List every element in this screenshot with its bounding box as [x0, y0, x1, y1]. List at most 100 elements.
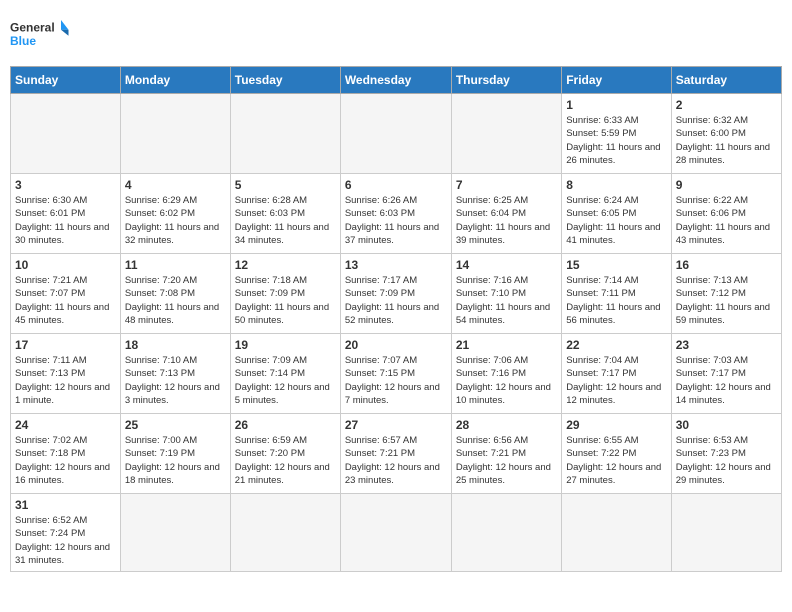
- calendar-week-5: 31 Sunrise: 6:52 AM Sunset: 7:24 PM Dayli…: [11, 494, 782, 572]
- calendar-cell: 24 Sunrise: 7:02 AM Sunset: 7:18 PM Dayli…: [11, 414, 121, 494]
- calendar-cell: 11Sunrise: 7:20 AM Sunset: 7:08 PM Dayli…: [120, 254, 230, 334]
- weekday-header-thursday: Thursday: [451, 67, 561, 94]
- weekday-header-wednesday: Wednesday: [340, 67, 451, 94]
- day-info: Sunrise: 7:11 AM Sunset: 7:13 PM Dayligh…: [15, 354, 116, 407]
- calendar-cell: 5 Sunrise: 6:28 AM Sunset: 6:03 PM Daylig…: [230, 174, 340, 254]
- calendar-week-1: 3Sunrise: 6:30 AM Sunset: 6:01 PM Daylig…: [11, 174, 782, 254]
- day-info: Sunrise: 7:21 AM Sunset: 7:07 PM Dayligh…: [15, 274, 116, 327]
- calendar-cell: 7 Sunrise: 6:25 AM Sunset: 6:04 PM Daylig…: [451, 174, 561, 254]
- day-number: 2: [676, 98, 777, 112]
- calendar-cell: 13 Sunrise: 7:17 AM Sunset: 7:09 PM Dayli…: [340, 254, 451, 334]
- day-number: 23: [676, 338, 777, 352]
- day-number: 25: [125, 418, 226, 432]
- calendar-cell: 3Sunrise: 6:30 AM Sunset: 6:01 PM Daylig…: [11, 174, 121, 254]
- weekday-header-friday: Friday: [562, 67, 671, 94]
- calendar-cell: 4 Sunrise: 6:29 AM Sunset: 6:02 PM Daylig…: [120, 174, 230, 254]
- day-number: 1: [566, 98, 666, 112]
- day-number: 19: [235, 338, 336, 352]
- day-info: Sunrise: 6:33 AM Sunset: 5:59 PM Dayligh…: [566, 114, 666, 167]
- day-info: Sunrise: 7:02 AM Sunset: 7:18 PM Dayligh…: [15, 434, 116, 487]
- calendar-cell: [230, 494, 340, 572]
- day-number: 8: [566, 178, 666, 192]
- day-number: 10: [15, 258, 116, 272]
- day-info: Sunrise: 7:06 AM Sunset: 7:16 PM Dayligh…: [456, 354, 557, 407]
- day-info: Sunrise: 6:28 AM Sunset: 6:03 PM Dayligh…: [235, 194, 336, 247]
- day-info: Sunrise: 7:14 AM Sunset: 7:11 PM Dayligh…: [566, 274, 666, 327]
- calendar-cell: 12 Sunrise: 7:18 AM Sunset: 7:09 PM Dayli…: [230, 254, 340, 334]
- calendar-cell: 6 Sunrise: 6:26 AM Sunset: 6:03 PM Daylig…: [340, 174, 451, 254]
- day-info: Sunrise: 7:00 AM Sunset: 7:19 PM Dayligh…: [125, 434, 226, 487]
- calendar-cell: 22Sunrise: 7:04 AM Sunset: 7:17 PM Dayli…: [562, 334, 671, 414]
- day-info: Sunrise: 6:25 AM Sunset: 6:04 PM Dayligh…: [456, 194, 557, 247]
- weekday-header-row: SundayMondayTuesdayWednesdayThursdayFrid…: [11, 67, 782, 94]
- day-info: Sunrise: 6:32 AM Sunset: 6:00 PM Dayligh…: [676, 114, 777, 167]
- day-info: Sunrise: 6:24 AM Sunset: 6:05 PM Dayligh…: [566, 194, 666, 247]
- day-number: 6: [345, 178, 447, 192]
- calendar-cell: [120, 494, 230, 572]
- day-number: 28: [456, 418, 557, 432]
- day-info: Sunrise: 7:03 AM Sunset: 7:17 PM Dayligh…: [676, 354, 777, 407]
- day-info: Sunrise: 6:53 AM Sunset: 7:23 PM Dayligh…: [676, 434, 777, 487]
- calendar-week-2: 10 Sunrise: 7:21 AM Sunset: 7:07 PM Dayli…: [11, 254, 782, 334]
- day-number: 18: [125, 338, 226, 352]
- day-number: 13: [345, 258, 447, 272]
- calendar-cell: 25 Sunrise: 7:00 AM Sunset: 7:19 PM Dayli…: [120, 414, 230, 494]
- day-info: Sunrise: 6:30 AM Sunset: 6:01 PM Dayligh…: [15, 194, 116, 247]
- calendar-cell: 14Sunrise: 7:16 AM Sunset: 7:10 PM Dayli…: [451, 254, 561, 334]
- day-number: 31: [15, 498, 116, 512]
- day-info: Sunrise: 6:29 AM Sunset: 6:02 PM Dayligh…: [125, 194, 226, 247]
- calendar-cell: 9Sunrise: 6:22 AM Sunset: 6:06 PM Daylig…: [671, 174, 781, 254]
- calendar-cell: [562, 494, 671, 572]
- day-number: 15: [566, 258, 666, 272]
- calendar-cell: 1 Sunrise: 6:33 AM Sunset: 5:59 PM Daylig…: [562, 94, 671, 174]
- day-number: 22: [566, 338, 666, 352]
- day-number: 27: [345, 418, 447, 432]
- day-info: Sunrise: 7:13 AM Sunset: 7:12 PM Dayligh…: [676, 274, 777, 327]
- day-info: Sunrise: 6:56 AM Sunset: 7:21 PM Dayligh…: [456, 434, 557, 487]
- day-info: Sunrise: 7:18 AM Sunset: 7:09 PM Dayligh…: [235, 274, 336, 327]
- day-number: 20: [345, 338, 447, 352]
- day-info: Sunrise: 6:52 AM Sunset: 7:24 PM Dayligh…: [15, 514, 116, 567]
- calendar-cell: 28 Sunrise: 6:56 AM Sunset: 7:21 PM Dayli…: [451, 414, 561, 494]
- logo-svg: General Blue: [10, 10, 70, 60]
- calendar-cell: 8 Sunrise: 6:24 AM Sunset: 6:05 PM Daylig…: [562, 174, 671, 254]
- svg-text:Blue: Blue: [10, 34, 36, 48]
- calendar-table: SundayMondayTuesdayWednesdayThursdayFrid…: [10, 66, 782, 572]
- day-info: Sunrise: 6:57 AM Sunset: 7:21 PM Dayligh…: [345, 434, 447, 487]
- calendar-cell: 29 Sunrise: 6:55 AM Sunset: 7:22 PM Dayli…: [562, 414, 671, 494]
- calendar-cell: [451, 494, 561, 572]
- day-info: Sunrise: 6:55 AM Sunset: 7:22 PM Dayligh…: [566, 434, 666, 487]
- day-info: Sunrise: 7:20 AM Sunset: 7:08 PM Dayligh…: [125, 274, 226, 327]
- day-info: Sunrise: 7:09 AM Sunset: 7:14 PM Dayligh…: [235, 354, 336, 407]
- weekday-header-monday: Monday: [120, 67, 230, 94]
- calendar-cell: 18 Sunrise: 7:10 AM Sunset: 7:13 PM Dayli…: [120, 334, 230, 414]
- day-number: 29: [566, 418, 666, 432]
- logo: General Blue: [10, 10, 70, 60]
- day-number: 24: [15, 418, 116, 432]
- day-number: 5: [235, 178, 336, 192]
- day-info: Sunrise: 6:26 AM Sunset: 6:03 PM Dayligh…: [345, 194, 447, 247]
- calendar-cell: 27 Sunrise: 6:57 AM Sunset: 7:21 PM Dayli…: [340, 414, 451, 494]
- calendar-cell: [340, 94, 451, 174]
- calendar-cell: 16Sunrise: 7:13 AM Sunset: 7:12 PM Dayli…: [671, 254, 781, 334]
- calendar-week-0: 1 Sunrise: 6:33 AM Sunset: 5:59 PM Daylig…: [11, 94, 782, 174]
- day-number: 30: [676, 418, 777, 432]
- day-info: Sunrise: 7:17 AM Sunset: 7:09 PM Dayligh…: [345, 274, 447, 327]
- day-info: Sunrise: 6:59 AM Sunset: 7:20 PM Dayligh…: [235, 434, 336, 487]
- calendar-cell: 2 Sunrise: 6:32 AM Sunset: 6:00 PM Daylig…: [671, 94, 781, 174]
- day-number: 7: [456, 178, 557, 192]
- day-number: 21: [456, 338, 557, 352]
- weekday-header-sunday: Sunday: [11, 67, 121, 94]
- calendar-cell: 21 Sunrise: 7:06 AM Sunset: 7:16 PM Dayli…: [451, 334, 561, 414]
- day-info: Sunrise: 7:10 AM Sunset: 7:13 PM Dayligh…: [125, 354, 226, 407]
- svg-text:General: General: [10, 20, 55, 34]
- day-info: Sunrise: 6:22 AM Sunset: 6:06 PM Dayligh…: [676, 194, 777, 247]
- calendar-cell: [120, 94, 230, 174]
- calendar-week-4: 24 Sunrise: 7:02 AM Sunset: 7:18 PM Dayli…: [11, 414, 782, 494]
- day-number: 12: [235, 258, 336, 272]
- day-number: 26: [235, 418, 336, 432]
- calendar-cell: 26 Sunrise: 6:59 AM Sunset: 7:20 PM Dayli…: [230, 414, 340, 494]
- day-number: 4: [125, 178, 226, 192]
- calendar-cell: [671, 494, 781, 572]
- day-info: Sunrise: 7:07 AM Sunset: 7:15 PM Dayligh…: [345, 354, 447, 407]
